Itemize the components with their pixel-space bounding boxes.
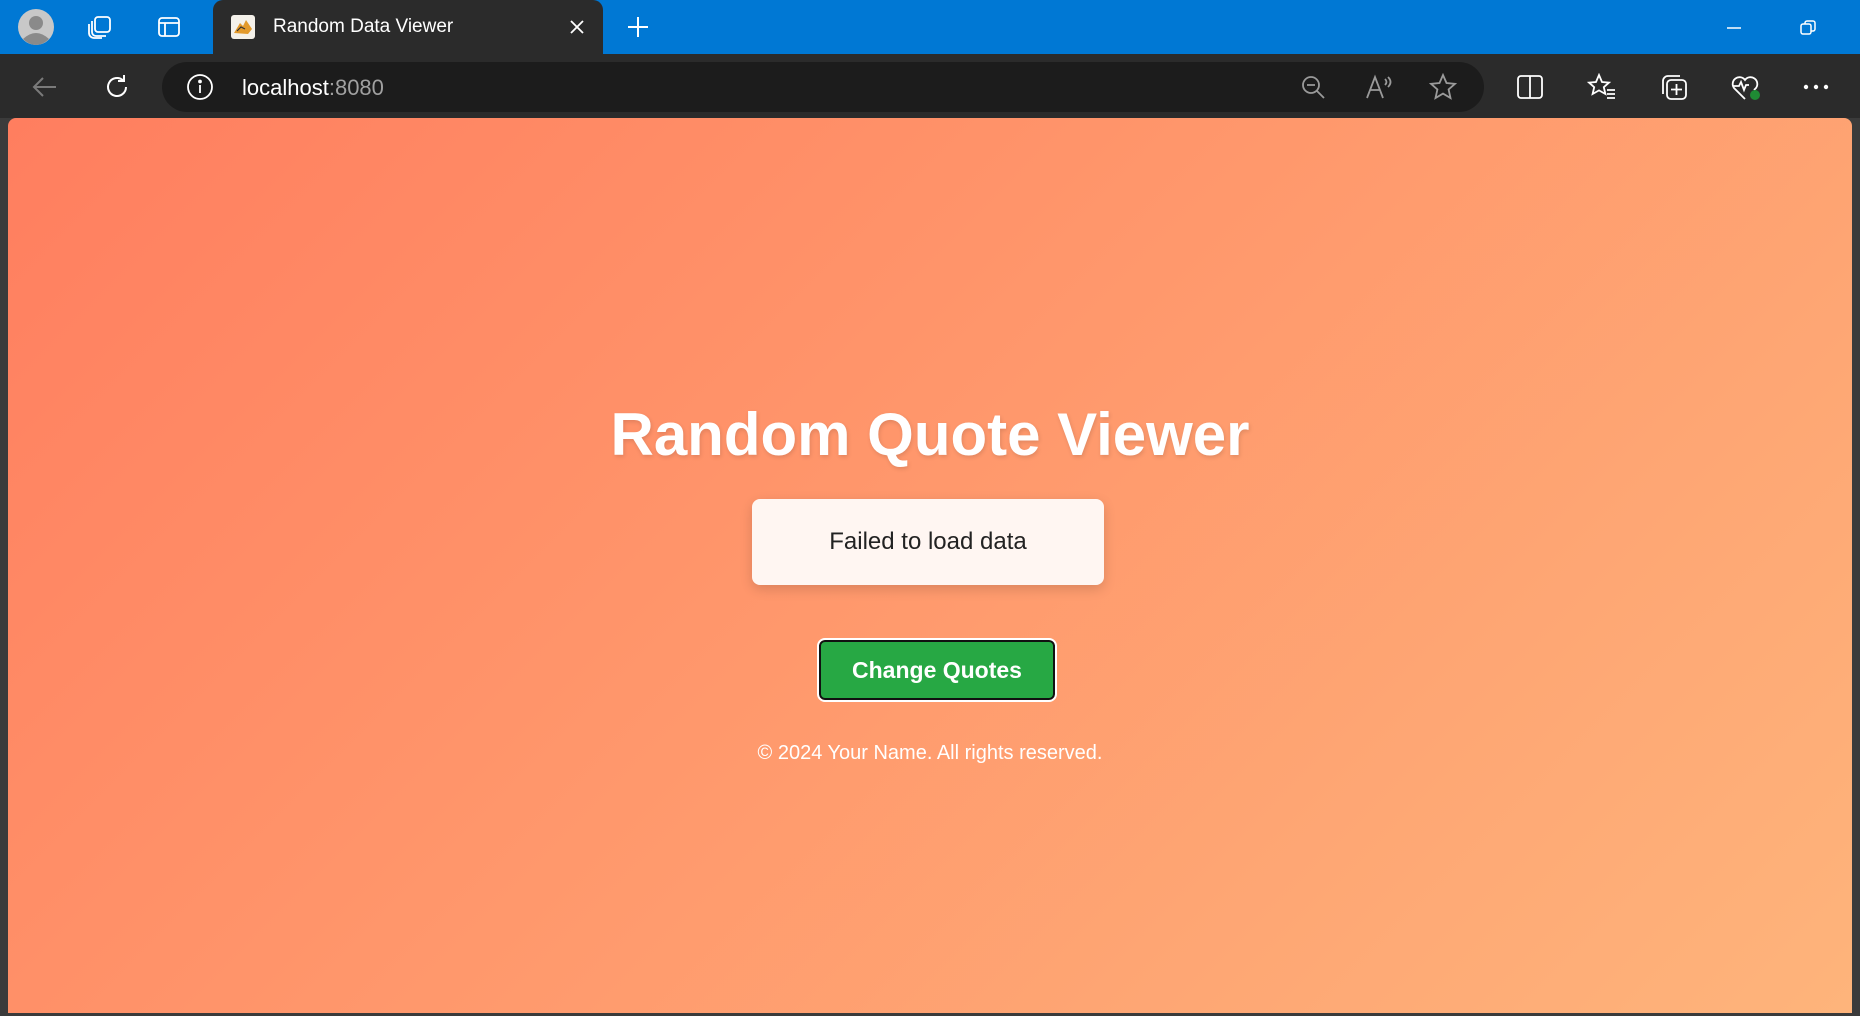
page-viewport: Random Quote Viewer Failed to load data … — [8, 118, 1852, 1013]
restore-button[interactable] — [1784, 10, 1832, 46]
address-bar[interactable]: localhost:8080 — [162, 62, 1484, 112]
tab-title: Random Data Viewer — [273, 16, 454, 37]
quote-card: Failed to load data — [752, 499, 1104, 585]
split-screen-button[interactable] — [1507, 64, 1553, 110]
title-bar: Random Data Viewer — [0, 0, 1860, 54]
tab-actions-button[interactable] — [145, 6, 193, 48]
url-host: localhost — [242, 75, 329, 100]
favorites-button[interactable] — [1579, 64, 1625, 110]
active-tab[interactable]: Random Data Viewer — [213, 0, 603, 54]
zoom-out-icon — [1302, 76, 1325, 99]
favorite-button[interactable] — [1426, 71, 1460, 103]
favorites-icon — [1587, 73, 1615, 99]
collections-icon — [1662, 75, 1687, 100]
browser-essentials-icon — [1731, 76, 1760, 100]
back-button[interactable] — [22, 64, 68, 110]
workspaces-icon — [88, 16, 111, 39]
back-arrow-icon — [32, 77, 56, 97]
refresh-button[interactable] — [94, 64, 140, 110]
more-options-button[interactable] — [1793, 64, 1839, 110]
tab-close-button[interactable] — [563, 13, 591, 41]
more-icon — [1803, 84, 1829, 90]
read-aloud-button[interactable] — [1362, 71, 1396, 103]
site-info-button[interactable] — [186, 73, 214, 101]
refresh-icon — [107, 75, 127, 97]
close-icon — [570, 20, 584, 34]
split-screen-icon — [1517, 75, 1543, 99]
page-title: Random Quote Viewer — [610, 401, 1250, 468]
read-aloud-icon — [1366, 74, 1392, 99]
workspaces-button[interactable] — [76, 6, 124, 48]
footer-copyright: © 2024 Your Name. All rights reserved. — [757, 742, 1103, 764]
minimize-button[interactable] — [1710, 10, 1758, 46]
profile-avatar-icon — [18, 9, 54, 45]
url-text[interactable]: localhost:8080 — [242, 75, 384, 101]
quote-text: Failed to load data — [829, 528, 1027, 555]
profile-button[interactable] — [12, 6, 60, 48]
browser-toolbar: localhost:8080 — [0, 54, 1860, 118]
star-icon — [1429, 73, 1457, 100]
tab-actions-icon — [158, 17, 180, 37]
browser-essentials-button[interactable] — [1723, 64, 1769, 110]
url-port: :8080 — [328, 75, 384, 100]
plus-icon — [628, 17, 648, 37]
change-quotes-button[interactable]: Change Quotes — [817, 638, 1057, 702]
minimize-icon — [1727, 27, 1741, 29]
restore-icon — [1800, 20, 1816, 35]
zoom-button[interactable] — [1296, 71, 1330, 103]
new-tab-button[interactable] — [614, 6, 662, 48]
tomcat-favicon-icon — [231, 15, 255, 39]
info-icon — [187, 74, 213, 100]
collections-button[interactable] — [1651, 64, 1697, 110]
